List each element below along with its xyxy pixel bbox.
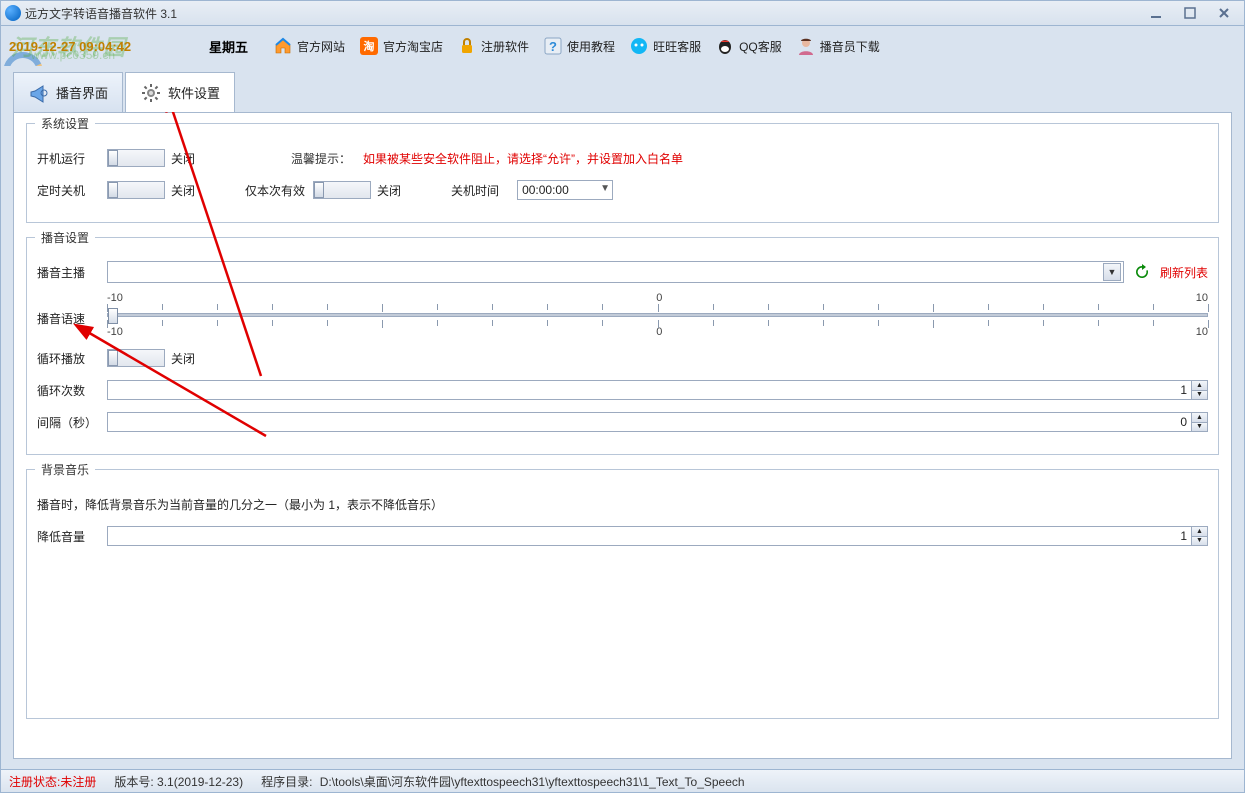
- spin-up-button[interactable]: ▲: [1191, 527, 1207, 537]
- loop-label: 循环播放: [37, 350, 107, 367]
- svg-text:淘: 淘: [364, 39, 375, 53]
- loop-count-input[interactable]: 1 ▲▼: [107, 380, 1208, 400]
- group-bgm-settings: 背景音乐 播音时，降低背景音乐为当前音量的几分之一（最小为 1，表示不降低音乐）…: [26, 469, 1219, 719]
- reduce-label: 降低音量: [37, 528, 107, 545]
- spin-down-button[interactable]: ▼: [1191, 423, 1207, 432]
- chevron-down-icon[interactable]: ▼: [1103, 263, 1121, 281]
- toolbar-link-person[interactable]: 播音员下载: [792, 34, 884, 58]
- group-title: 背景音乐: [35, 461, 95, 478]
- window-title: 远方文字转语音播音软件 3.1: [25, 5, 1146, 22]
- tab-broadcast[interactable]: 播音界面: [13, 72, 123, 112]
- shutdown-toggle[interactable]: [107, 181, 165, 199]
- loop-count-label: 循环次数: [37, 382, 107, 399]
- app-icon: [5, 5, 21, 21]
- gear-icon: [140, 82, 162, 104]
- scale-min: -10: [107, 292, 123, 304]
- hint-text: 如果被某些安全软件阻止，请选择“允许”，并设置加入白名单: [363, 150, 683, 167]
- once-label: 仅本次有效: [245, 182, 305, 199]
- wangwang-icon: [629, 36, 649, 56]
- close-button[interactable]: [1214, 6, 1234, 20]
- toolbar-link-taobao[interactable]: 淘官方淘宝店: [355, 34, 447, 58]
- interval-label: 间隔（秒）: [37, 414, 107, 431]
- qq-icon: [715, 36, 735, 56]
- status-bar: 注册状态:未注册 版本号: 3.1(2019-12-23) 程序目录: D:\t…: [0, 769, 1245, 793]
- group-title: 播音设置: [35, 229, 95, 246]
- refresh-icon[interactable]: [1132, 262, 1152, 282]
- tab-panel-settings: 系统设置 开机运行 关闭 温馨提示： 如果被某些安全软件阻止，请选择“允许”，并…: [13, 112, 1232, 759]
- program-dir: 程序目录: D:\tools\桌面\河东软件园\yftexttospeech31…: [261, 773, 744, 790]
- speed-label: 播音语速: [37, 292, 107, 338]
- spin-down-button[interactable]: ▼: [1191, 391, 1207, 400]
- scale-max2: 10: [1196, 326, 1208, 338]
- client-area: 播音界面软件设置 系统设置 开机运行 关闭 温馨提示： 如果被某些安全软件阻止，…: [0, 66, 1245, 769]
- interval-input[interactable]: 0 ▲▼: [107, 412, 1208, 432]
- toolbar-link-lock[interactable]: 注册软件: [453, 34, 533, 58]
- interval-value: 0: [108, 415, 1207, 429]
- date-time-text: 2019-12-27 09:04:42: [9, 39, 131, 54]
- toolbar-link-home[interactable]: 官方网站: [269, 34, 349, 58]
- tab-settings[interactable]: 软件设置: [125, 72, 235, 112]
- shutdown-state: 关闭: [171, 182, 195, 199]
- toolbar-link-qq[interactable]: QQ客服: [711, 34, 786, 58]
- loop-count-value: 1: [108, 383, 1207, 397]
- reduce-volume-input[interactable]: 1 ▲▼: [107, 526, 1208, 546]
- hint-label: 温馨提示：: [291, 150, 351, 167]
- once-state: 关闭: [377, 182, 401, 199]
- minimize-button[interactable]: [1146, 6, 1166, 20]
- group-broadcast-settings: 播音设置 播音主播 ▼ 刷新列表 播音语速 -10 0 10: [26, 237, 1219, 455]
- bgm-desc: 播音时，降低背景音乐为当前音量的几分之一（最小为 1，表示不降低音乐）: [37, 496, 443, 513]
- autorun-label: 开机运行: [37, 150, 107, 167]
- home-icon: [273, 36, 293, 56]
- scale-max: 10: [1196, 292, 1208, 304]
- taobao-icon: 淘: [359, 36, 379, 56]
- tab-strip: 播音界面软件设置: [13, 72, 1232, 112]
- toolbar: 河东软件园 www.pc0359.cn 2019-12-27 09:04:42 …: [0, 26, 1245, 66]
- shutdown-time-label: 关机时间: [451, 182, 499, 199]
- weekday-text: 星期五: [209, 37, 248, 56]
- help-icon: ?: [543, 36, 563, 56]
- host-combo[interactable]: ▼: [107, 261, 1124, 283]
- autorun-state: 关闭: [171, 150, 195, 167]
- toolbar-link-wangwang[interactable]: 旺旺客服: [625, 34, 705, 58]
- svg-text:?: ?: [549, 39, 557, 54]
- register-status: 注册状态:未注册: [9, 773, 96, 790]
- version-info: 版本号: 3.1(2019-12-23): [114, 773, 243, 790]
- reduce-value: 1: [108, 529, 1207, 543]
- host-label: 播音主播: [37, 264, 107, 281]
- loop-state: 关闭: [171, 350, 195, 367]
- scale-mid: 0: [656, 292, 662, 304]
- megaphone-icon: [28, 82, 50, 104]
- loop-toggle[interactable]: [107, 349, 165, 367]
- maximize-button[interactable]: [1180, 6, 1200, 20]
- spin-up-button[interactable]: ▲: [1191, 381, 1207, 391]
- scale-min2: -10: [107, 326, 123, 338]
- spin-down-button[interactable]: ▼: [1191, 537, 1207, 546]
- autorun-toggle[interactable]: [107, 149, 165, 167]
- group-system-settings: 系统设置 开机运行 关闭 温馨提示： 如果被某些安全软件阻止，请选择“允许”，并…: [26, 123, 1219, 223]
- date-time-display: 2019-12-27 09:04:42 星期五: [9, 27, 249, 65]
- spin-up-button[interactable]: ▲: [1191, 413, 1207, 423]
- group-title: 系统设置: [35, 115, 95, 132]
- chevron-down-icon[interactable]: ▼: [600, 183, 610, 194]
- once-toggle[interactable]: [313, 181, 371, 199]
- title-bar: 远方文字转语音播音软件 3.1: [0, 0, 1245, 26]
- shutdown-time-input[interactable]: 00:00:00 ▼: [517, 180, 613, 200]
- person-icon: [796, 36, 816, 56]
- shutdown-time-value: 00:00:00: [522, 183, 569, 197]
- speed-slider[interactable]: -10 0 10 -10 0 10: [107, 292, 1208, 338]
- refresh-list-link[interactable]: 刷新列表: [1160, 264, 1208, 281]
- toolbar-link-help[interactable]: ?使用教程: [539, 34, 619, 58]
- lock-icon: [457, 36, 477, 56]
- shutdown-label: 定时关机: [37, 182, 107, 199]
